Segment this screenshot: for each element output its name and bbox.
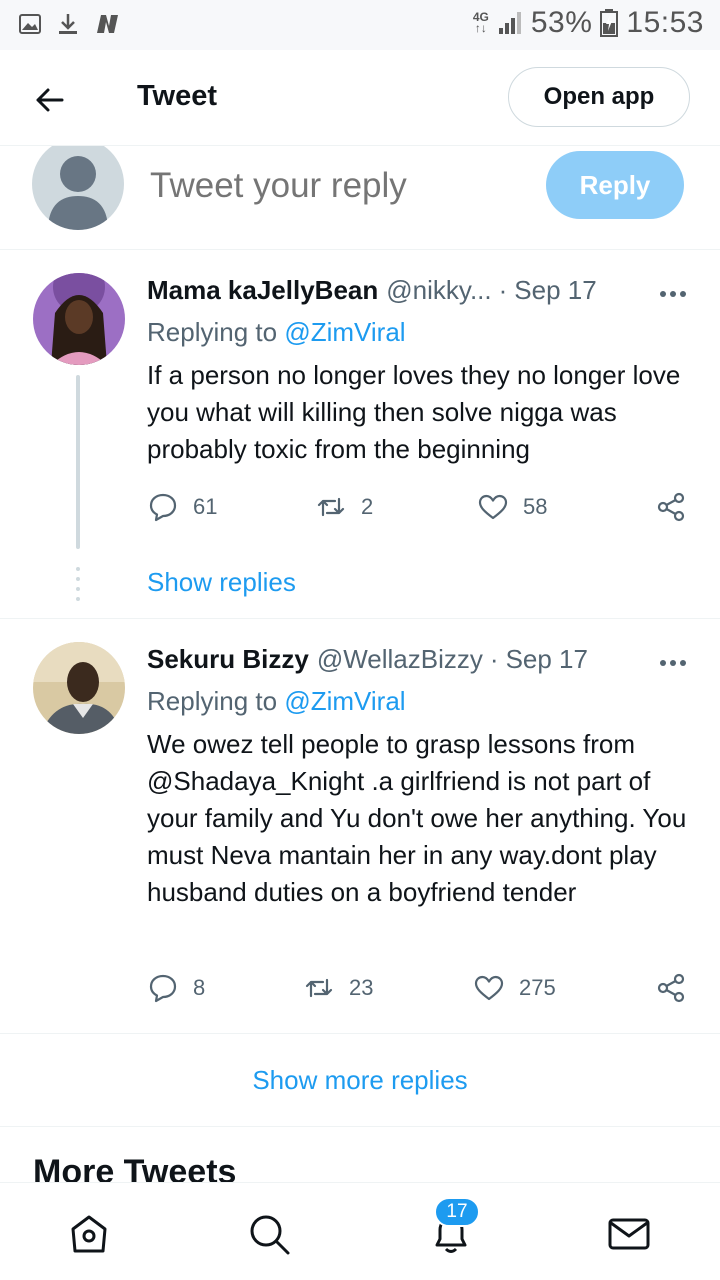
clock: 15:53 [626,6,704,39]
avatar[interactable] [33,273,125,365]
open-app-button[interactable]: Open app [508,67,690,127]
more-options-icon[interactable] [660,291,686,297]
profile-photo [33,273,125,365]
status-right-icons: 4G ↑↓ 53% 15:53 [473,6,704,40]
search-icon [250,1215,290,1255]
status-left-icons [18,12,122,36]
author-name[interactable]: Mama kaJellyBean [147,275,378,306]
tweet-text: We owez tell people to grasp lessons fro… [147,729,687,907]
home-icon [71,1215,107,1253]
tweet-header: Mama kaJellyBean @nikky... · Sep 17 [147,275,597,306]
tweet-reply-1[interactable]: Mama kaJellyBean @nikky... · Sep 17 Repl… [0,251,720,619]
replying-prefix: Replying to [147,686,278,716]
replying-to: Replying to @ZimViral [147,686,406,717]
like-action[interactable]: 275 [473,972,556,1004]
retweet-icon [305,978,333,998]
reply-action[interactable]: 8 [147,972,205,1004]
reply-input[interactable] [150,166,530,206]
share-action[interactable] [655,491,687,523]
show-more-replies-link[interactable]: Show more replies [0,1035,720,1127]
page-title: Tweet [137,80,218,112]
nav-messages[interactable] [606,1211,652,1257]
retweet-count: 2 [361,494,374,519]
replying-to: Replying to @ZimViral [147,317,406,348]
show-replies-link[interactable]: Show replies [147,567,296,598]
mail-icon [608,1218,650,1250]
profile-photo [33,642,125,734]
nav-home[interactable] [66,1211,112,1257]
more-options-icon[interactable] [660,660,686,666]
comment-icon [149,974,177,1003]
like-count: 275 [519,975,556,1000]
status-bar: 4G ↑↓ 53% 15:53 [0,0,720,50]
signal-icon [498,12,521,34]
replying-prefix: Replying to [147,317,278,347]
tweet-actions: 8 23 275 [147,972,693,1012]
author-name[interactable]: Sekuru Bizzy [147,644,309,675]
reply-count: 61 [193,494,218,519]
retweet-count: 23 [349,975,374,1000]
heart-icon [478,494,508,520]
like-count: 58 [523,494,548,519]
reply-composer: Reply [0,146,720,250]
share-icon [657,973,685,1003]
top-header: Tweet Open app [0,50,720,146]
share-icon [657,492,685,522]
thread-dots [76,567,80,601]
reply-button[interactable]: Reply [546,151,684,219]
back-button[interactable] [28,78,72,122]
avatar[interactable] [33,642,125,734]
nav-search[interactable] [246,1211,292,1257]
default-avatar [32,146,124,230]
mention-link[interactable]: @ZimViral [284,317,405,347]
reply-action[interactable]: 61 [147,491,217,523]
news-app-icon [97,15,118,33]
battery-icon [600,9,619,37]
arrow-left-icon [36,88,64,112]
network-type: 4G ↑↓ [472,10,489,35]
heart-icon [474,975,504,1001]
notification-badge: 17 [434,1197,480,1227]
separator: · [498,275,508,305]
tweet-reply-2[interactable]: Sekuru Bizzy @WellazBizzy · Sep 17 Reply… [0,620,720,1034]
mention-link[interactable]: @ZimViral [284,686,405,716]
retweet-icon [317,497,345,517]
tweet-date[interactable]: Sep 17 [506,644,588,675]
thread-line [76,375,80,549]
share-action[interactable] [655,972,687,1004]
reply-count: 8 [193,975,206,1000]
download-icon [59,14,77,34]
author-handle[interactable]: @nikky... [386,275,491,306]
tweet-date[interactable]: Sep 17 [514,275,596,306]
gallery-notification-icon [19,14,41,34]
tweet-header: Sekuru Bizzy @WellazBizzy · Sep 17 [147,644,588,675]
tweet-actions: 61 2 58 [147,491,693,531]
retweet-action[interactable]: 2 [315,491,373,523]
like-action[interactable]: 58 [477,491,547,523]
user-silhouette-icon [48,156,108,230]
tweet-text: If a person no longer loves they no long… [147,360,681,464]
more-tweets-heading: More Tweets [33,1153,237,1184]
retweet-action[interactable]: 23 [303,972,373,1004]
author-handle[interactable]: @WellazBizzy [317,644,483,675]
comment-icon [149,493,177,522]
bottom-navigation: 17 [0,1182,720,1280]
separator: · [489,644,499,674]
battery-percent: 53% [530,6,593,39]
